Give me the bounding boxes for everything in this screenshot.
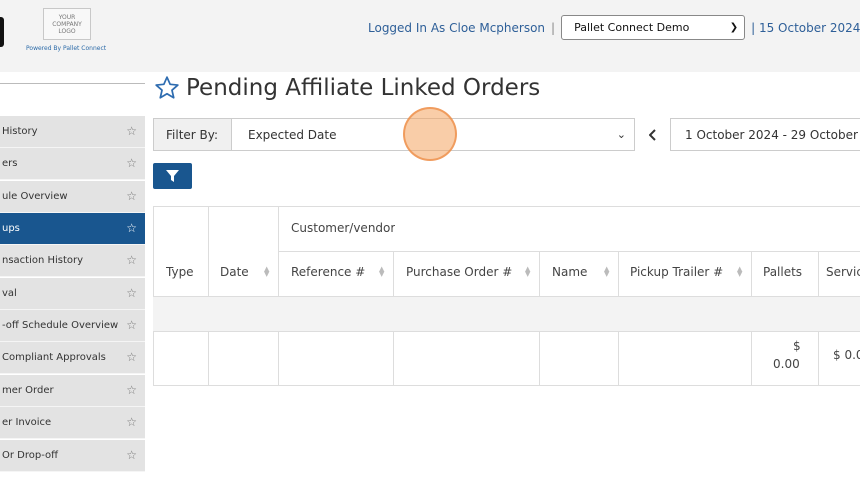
table-group-row: [153, 297, 860, 331]
sidebar: History ☆ ers ☆ ule Overview ☆ ups ☆ nsaction Hi…: [0, 83, 145, 481]
service-total-value: $ 0.0: [833, 348, 860, 362]
organization-select[interactable]: Pallet Connect Demo ❯: [561, 15, 746, 40]
organization-select-value: Pallet Connect Demo: [574, 21, 690, 34]
sidebar-item-label: History: [2, 126, 38, 137]
sidebar-item[interactable]: Or Drop-off ☆: [0, 440, 145, 472]
app-header: YOUR COMPANY LOGO Powered By Pallet Conn…: [0, 0, 860, 72]
sidebar-item-label: -off Schedule Overview: [2, 320, 119, 331]
sidebar-item[interactable]: nsaction History ☆: [0, 245, 145, 277]
column-header-pickup-trailer[interactable]: Pickup Trailer #: [630, 262, 723, 282]
favorite-star-icon[interactable]: [154, 75, 180, 101]
sidebar-item-label: er Invoice: [2, 417, 52, 428]
click-indicator: [403, 107, 457, 161]
company-logo[interactable]: YOUR COMPANY LOGO: [43, 8, 91, 40]
logged-in-link[interactable]: Logged In As Cloe Mcpherson: [368, 21, 545, 35]
sidebar-item-label: ule Overview: [2, 191, 68, 202]
favorite-star-icon[interactable]: ☆: [126, 254, 137, 266]
sort-icon[interactable]: ▲ ▼: [737, 266, 742, 278]
column-header-pallets[interactable]: Pallets: [763, 262, 802, 282]
column-header-reference[interactable]: Reference #: [291, 262, 365, 282]
customer-vendor-group-header: Customer/vendor: [291, 221, 396, 235]
favorite-star-icon[interactable]: ☆: [126, 319, 137, 331]
chevron-down-icon: ⌄: [616, 128, 626, 141]
sidebar-item[interactable]: ers ☆: [0, 148, 145, 180]
chevron-left-icon: [649, 128, 656, 141]
sidebar-item[interactable]: -off Schedule Overview ☆: [0, 310, 145, 342]
column-header-purchase-order[interactable]: Purchase Order #: [406, 262, 512, 282]
orders-table: Customer/vendor Type Date ▲ ▼ Reference #…: [153, 206, 860, 386]
column-header-service[interactable]: Servic: [826, 262, 860, 282]
pallets-total-value: 0.00: [773, 357, 800, 371]
chevron-down-icon: ❯: [729, 22, 739, 33]
current-date: | 15 October 2024: [751, 20, 860, 35]
column-header-date[interactable]: Date: [220, 262, 249, 282]
sort-icon[interactable]: ▲ ▼: [264, 266, 269, 278]
sidebar-item-label: Or Drop-off: [2, 450, 59, 461]
sidebar-item-label: nsaction History: [2, 255, 84, 266]
sidebar-item-label: ers: [2, 158, 18, 169]
filter-by-label: Filter By:: [153, 118, 232, 151]
page-title: Pending Affiliate Linked Orders: [154, 72, 540, 104]
sidebar-item-label: ups: [2, 223, 20, 234]
favorite-star-icon[interactable]: ☆: [126, 384, 137, 396]
sidebar-item[interactable]: Compliant Approvals ☆: [0, 342, 145, 374]
sidebar-item[interactable]: val ☆: [0, 278, 145, 310]
favorite-star-icon[interactable]: ☆: [126, 287, 137, 299]
sidebar-item[interactable]: ule Overview ☆: [0, 181, 145, 213]
favorite-star-icon[interactable]: ☆: [126, 157, 137, 169]
filter-icon: [166, 170, 179, 182]
sort-icon[interactable]: ▲ ▼: [379, 266, 384, 278]
favorite-star-icon[interactable]: ☆: [126, 222, 137, 234]
filter-by-value: Expected Date: [248, 127, 337, 142]
favorite-star-icon[interactable]: ☆: [126, 416, 137, 428]
apply-filter-button[interactable]: [153, 163, 192, 189]
favorite-star-icon[interactable]: ☆: [126, 125, 137, 137]
sidebar-item[interactable]: History ☆: [0, 116, 145, 148]
sidebar-item[interactable]: er Invoice ☆: [0, 407, 145, 439]
column-header-name[interactable]: Name: [552, 262, 587, 282]
date-range-input[interactable]: 1 October 2024 - 29 October 2024: [670, 118, 860, 151]
sidebar-item-label: mer Order: [2, 385, 54, 396]
pallets-total-currency: $: [793, 339, 801, 353]
favorite-star-icon[interactable]: ☆: [126, 351, 137, 363]
separator: |: [551, 20, 556, 35]
sort-icon[interactable]: ▲ ▼: [604, 266, 609, 278]
user-bar: Logged In As Cloe Mcpherson | Pallet Con…: [368, 15, 860, 40]
sidebar-item[interactable]: ups ☆: [0, 213, 145, 245]
sidebar-item-label: val: [2, 288, 17, 299]
sort-icon[interactable]: ▲ ▼: [525, 266, 530, 278]
column-header-type[interactable]: Type: [166, 262, 194, 282]
menu-toggle-tab[interactable]: [0, 17, 4, 47]
logo-text: YOUR COMPANY LOGO: [52, 13, 82, 35]
favorite-star-icon[interactable]: ☆: [126, 190, 137, 202]
sidebar-item[interactable]: mer Order ☆: [0, 375, 145, 407]
powered-by-text: Powered By Pallet Connect: [26, 45, 107, 52]
favorite-star-icon[interactable]: ☆: [126, 449, 137, 461]
previous-range-button[interactable]: [640, 118, 666, 151]
sidebar-item-label: Compliant Approvals: [2, 352, 106, 363]
page-title-text: Pending Affiliate Linked Orders: [186, 75, 541, 101]
